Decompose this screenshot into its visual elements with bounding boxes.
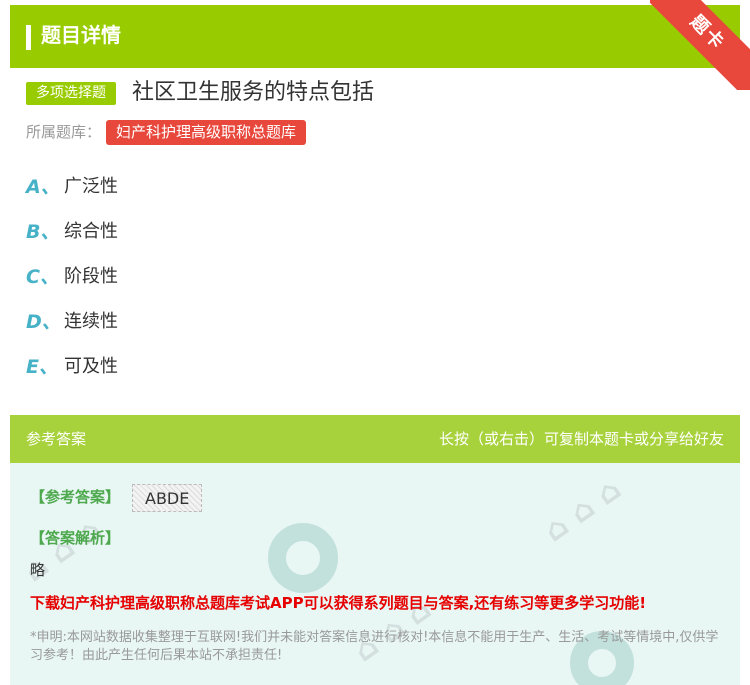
answer-header: 参考答案 长按（或右击）可复制本题卡或分享给好友 — [10, 415, 740, 463]
option-letter: B、 — [26, 221, 60, 243]
ribbon-label: 题卡 — [650, 0, 750, 90]
option-d[interactable]: D、 连续性 — [26, 305, 426, 339]
option-text: 综合性 — [64, 221, 118, 242]
option-e[interactable]: E、 可及性 — [26, 350, 426, 384]
option-letter: A、 — [26, 176, 60, 198]
option-text: 阶段性 — [64, 266, 118, 287]
watermark-icon: ⌂ ⌂ ⌂ — [537, 471, 628, 550]
page-header: 题目详情 — [10, 5, 740, 68]
reference-answer-value: ABDE — [132, 484, 203, 512]
question-type-badge: 多项选择题 — [26, 82, 116, 105]
option-c[interactable]: C、 阶段性 — [26, 260, 426, 294]
library-label: 所属题库： — [26, 123, 102, 141]
option-letter: D、 — [26, 311, 61, 333]
option-a[interactable]: A、 广泛性 — [26, 170, 426, 204]
analysis-label: 【答案解析】 — [30, 529, 121, 547]
option-text: 连续性 — [64, 311, 118, 332]
question-text: 社区卫生服务的特点包括 — [132, 80, 375, 105]
answer-header-title: 参考答案 — [26, 430, 87, 448]
option-text: 可及性 — [64, 356, 118, 377]
download-app-link[interactable]: 下载妇产科护理高级职称总题库考试APP可以获得系列题目与答案,还有练习等更多学习… — [30, 592, 646, 614]
option-letter: C、 — [26, 266, 59, 288]
answer-panel: ⌂ ⌂ ⌂ ⌂ ⌂ ⌂ ⌂ ⌂ ⌂ 【参考答案】 ABDE 【答案解析】 略 下… — [10, 463, 740, 685]
analysis-text: 略 — [30, 561, 46, 579]
card-ribbon: 题卡 — [650, 0, 750, 90]
header-accent-bar — [26, 25, 31, 50]
library-link[interactable]: 妇产科护理高级职称总题库 — [106, 120, 307, 145]
reference-answer-label: 【参考答案】 — [30, 488, 121, 506]
option-text: 广泛性 — [64, 176, 118, 197]
option-b[interactable]: B、 综合性 — [26, 215, 426, 249]
watermark-logo-icon — [268, 523, 338, 593]
share-hint: 长按（或右击）可复制本题卡或分享给好友 — [438, 430, 724, 448]
option-letter: E、 — [26, 356, 58, 378]
page-title: 题目详情 — [41, 23, 121, 47]
disclaimer: *申明:本网站数据收集整理于互联网!我们并未能对答案信息进行核对!本信息不能用于… — [30, 630, 719, 663]
